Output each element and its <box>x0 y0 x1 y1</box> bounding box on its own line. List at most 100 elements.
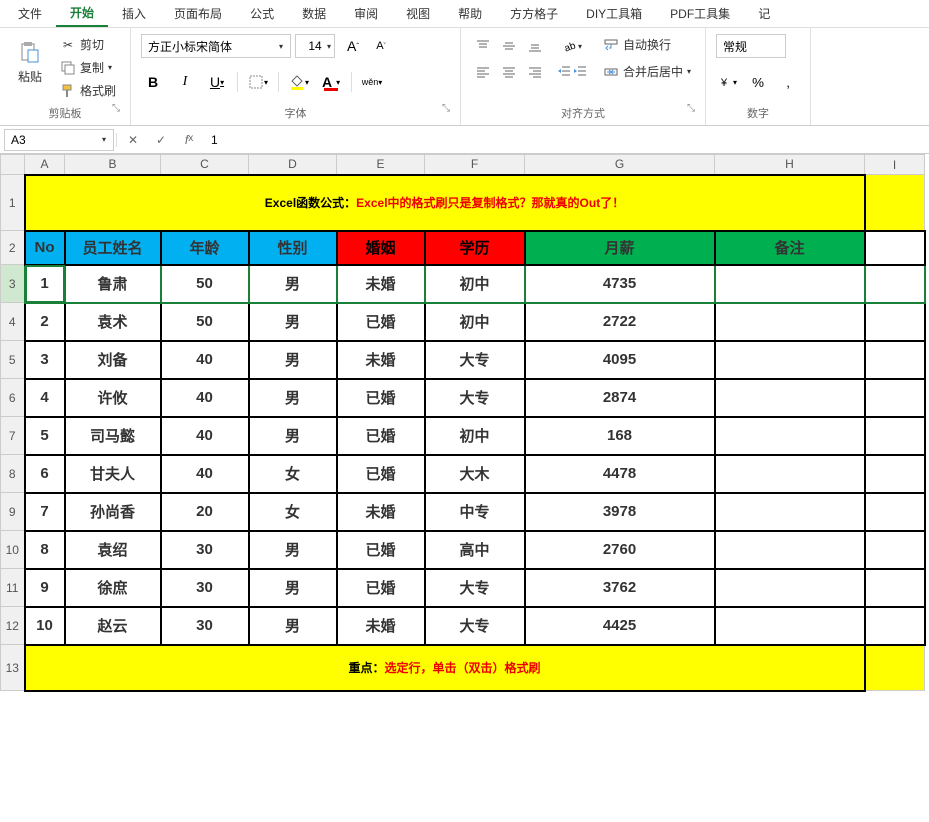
cell-name[interactable]: 许攸 <box>65 379 161 417</box>
row-header-13[interactable]: 13 <box>1 645 25 691</box>
table-header-7[interactable]: 备注 <box>715 231 865 265</box>
menu-item-5[interactable]: 数据 <box>288 1 340 26</box>
cell-no[interactable]: 10 <box>25 607 65 645</box>
cell-no[interactable]: 7 <box>25 493 65 531</box>
table-header-6[interactable]: 月薪 <box>525 231 715 265</box>
cell-marriage[interactable]: 已婚 <box>337 531 425 569</box>
cell-note[interactable] <box>715 455 865 493</box>
cell-note[interactable] <box>715 379 865 417</box>
cell-no[interactable]: 5 <box>25 417 65 455</box>
cell-age[interactable]: 40 <box>161 341 249 379</box>
cell-marriage[interactable]: 已婚 <box>337 379 425 417</box>
cell-age[interactable]: 20 <box>161 493 249 531</box>
menu-item-0[interactable]: 文件 <box>4 1 56 26</box>
row-header-7[interactable]: 7 <box>1 417 25 455</box>
wrap-text-button[interactable]: 自动换行 <box>599 34 695 55</box>
cancel-formula-button[interactable]: ✕ <box>123 133 143 147</box>
cell-name[interactable]: 孙尚香 <box>65 493 161 531</box>
align-center-button[interactable] <box>497 60 521 84</box>
menu-item-2[interactable]: 插入 <box>108 1 160 26</box>
increase-indent-button[interactable] <box>573 64 587 78</box>
cell-note[interactable] <box>715 341 865 379</box>
cell-edu[interactable]: 大专 <box>425 569 525 607</box>
cell-note[interactable] <box>715 531 865 569</box>
cell-sex[interactable]: 男 <box>249 607 337 645</box>
cell-age[interactable]: 50 <box>161 303 249 341</box>
align-left-button[interactable] <box>471 60 495 84</box>
chevron-down-icon[interactable]: ▾ <box>102 135 106 144</box>
cell-marriage[interactable]: 未婚 <box>337 607 425 645</box>
bold-button[interactable]: B <box>141 70 165 94</box>
dialog-launcher-icon[interactable]: ⤡ <box>442 103 450 114</box>
column-header-E[interactable]: E <box>337 155 425 175</box>
paste-button[interactable]: 粘贴 <box>10 34 50 89</box>
cell-edu[interactable]: 大木 <box>425 455 525 493</box>
font-name-input[interactable] <box>141 34 291 58</box>
comma-button[interactable]: , <box>776 70 800 94</box>
column-header-C[interactable]: C <box>161 155 249 175</box>
column-header-G[interactable]: G <box>525 155 715 175</box>
table-header-5[interactable]: 学历 <box>425 231 525 265</box>
cell-edu[interactable]: 中专 <box>425 493 525 531</box>
footer-cell[interactable]: 重点：选定行，单击（双击）格式刷 <box>25 645 865 691</box>
chevron-down-icon[interactable]: ▾ <box>327 42 331 51</box>
cell-salary[interactable]: 3762 <box>525 569 715 607</box>
cell-salary[interactable]: 2760 <box>525 531 715 569</box>
row-header-10[interactable]: 10 <box>1 531 25 569</box>
merge-center-button[interactable]: 合并后居中 ▾ <box>599 61 695 82</box>
menu-item-3[interactable]: 页面布局 <box>160 1 236 26</box>
cell-marriage[interactable]: 已婚 <box>337 303 425 341</box>
number-format-input[interactable] <box>716 34 786 58</box>
cell-no[interactable]: 6 <box>25 455 65 493</box>
cell-age[interactable]: 30 <box>161 531 249 569</box>
cell-sex[interactable]: 男 <box>249 379 337 417</box>
cell-salary[interactable]: 168 <box>525 417 715 455</box>
cell-no[interactable]: 9 <box>25 569 65 607</box>
cell-salary[interactable]: 2722 <box>525 303 715 341</box>
cell-sex[interactable]: 男 <box>249 531 337 569</box>
cell-edu[interactable]: 初中 <box>425 417 525 455</box>
cell-name[interactable]: 刘备 <box>65 341 161 379</box>
cell-marriage[interactable]: 未婚 <box>337 265 425 303</box>
menu-item-7[interactable]: 视图 <box>392 1 444 26</box>
cell-salary[interactable]: 4478 <box>525 455 715 493</box>
column-header-B[interactable]: B <box>65 155 161 175</box>
cell-name[interactable]: 袁绍 <box>65 531 161 569</box>
cell-age[interactable]: 30 <box>161 569 249 607</box>
dialog-launcher-icon[interactable]: ⤡ <box>687 103 695 114</box>
table-header-1[interactable]: 员工姓名 <box>65 231 161 265</box>
align-top-button[interactable] <box>471 34 495 58</box>
cell-age[interactable]: 30 <box>161 607 249 645</box>
phonetic-button[interactable]: wěn▾ <box>360 70 384 94</box>
menu-item-8[interactable]: 帮助 <box>444 1 496 26</box>
cell-note[interactable] <box>715 417 865 455</box>
cell-salary[interactable]: 4425 <box>525 607 715 645</box>
cell-sex[interactable]: 女 <box>249 455 337 493</box>
cell-no[interactable]: 1 <box>25 265 65 303</box>
cell-age[interactable]: 40 <box>161 455 249 493</box>
row-header-12[interactable]: 12 <box>1 607 25 645</box>
cell-sex[interactable]: 男 <box>249 569 337 607</box>
cut-button[interactable]: ✂ 剪切 <box>56 34 120 55</box>
cell-sex[interactable]: 男 <box>249 341 337 379</box>
align-bottom-button[interactable] <box>523 34 547 58</box>
copy-button[interactable]: 复制 ▾ <box>56 57 120 78</box>
table-header-0[interactable]: No <box>25 231 65 265</box>
row-header-6[interactable]: 6 <box>1 379 25 417</box>
menu-item-4[interactable]: 公式 <box>236 1 288 26</box>
cell-edu[interactable]: 高中 <box>425 531 525 569</box>
cell-name[interactable]: 司马懿 <box>65 417 161 455</box>
currency-button[interactable]: ¥▾ <box>716 70 740 94</box>
dialog-launcher-icon[interactable]: ⤡ <box>112 103 120 114</box>
underline-button[interactable]: U▾ <box>205 70 229 94</box>
percent-button[interactable]: % <box>746 70 770 94</box>
row-header-1[interactable]: 1 <box>1 175 25 231</box>
row-header-2[interactable]: 2 <box>1 231 25 265</box>
cell-no[interactable]: 4 <box>25 379 65 417</box>
cell-sex[interactable]: 男 <box>249 303 337 341</box>
chevron-down-icon[interactable]: ▾ <box>279 42 283 51</box>
cell-salary[interactable]: 2874 <box>525 379 715 417</box>
cell-salary[interactable]: 3978 <box>525 493 715 531</box>
table-header-4[interactable]: 婚姻 <box>337 231 425 265</box>
row-header-3[interactable]: 3 <box>1 265 25 303</box>
